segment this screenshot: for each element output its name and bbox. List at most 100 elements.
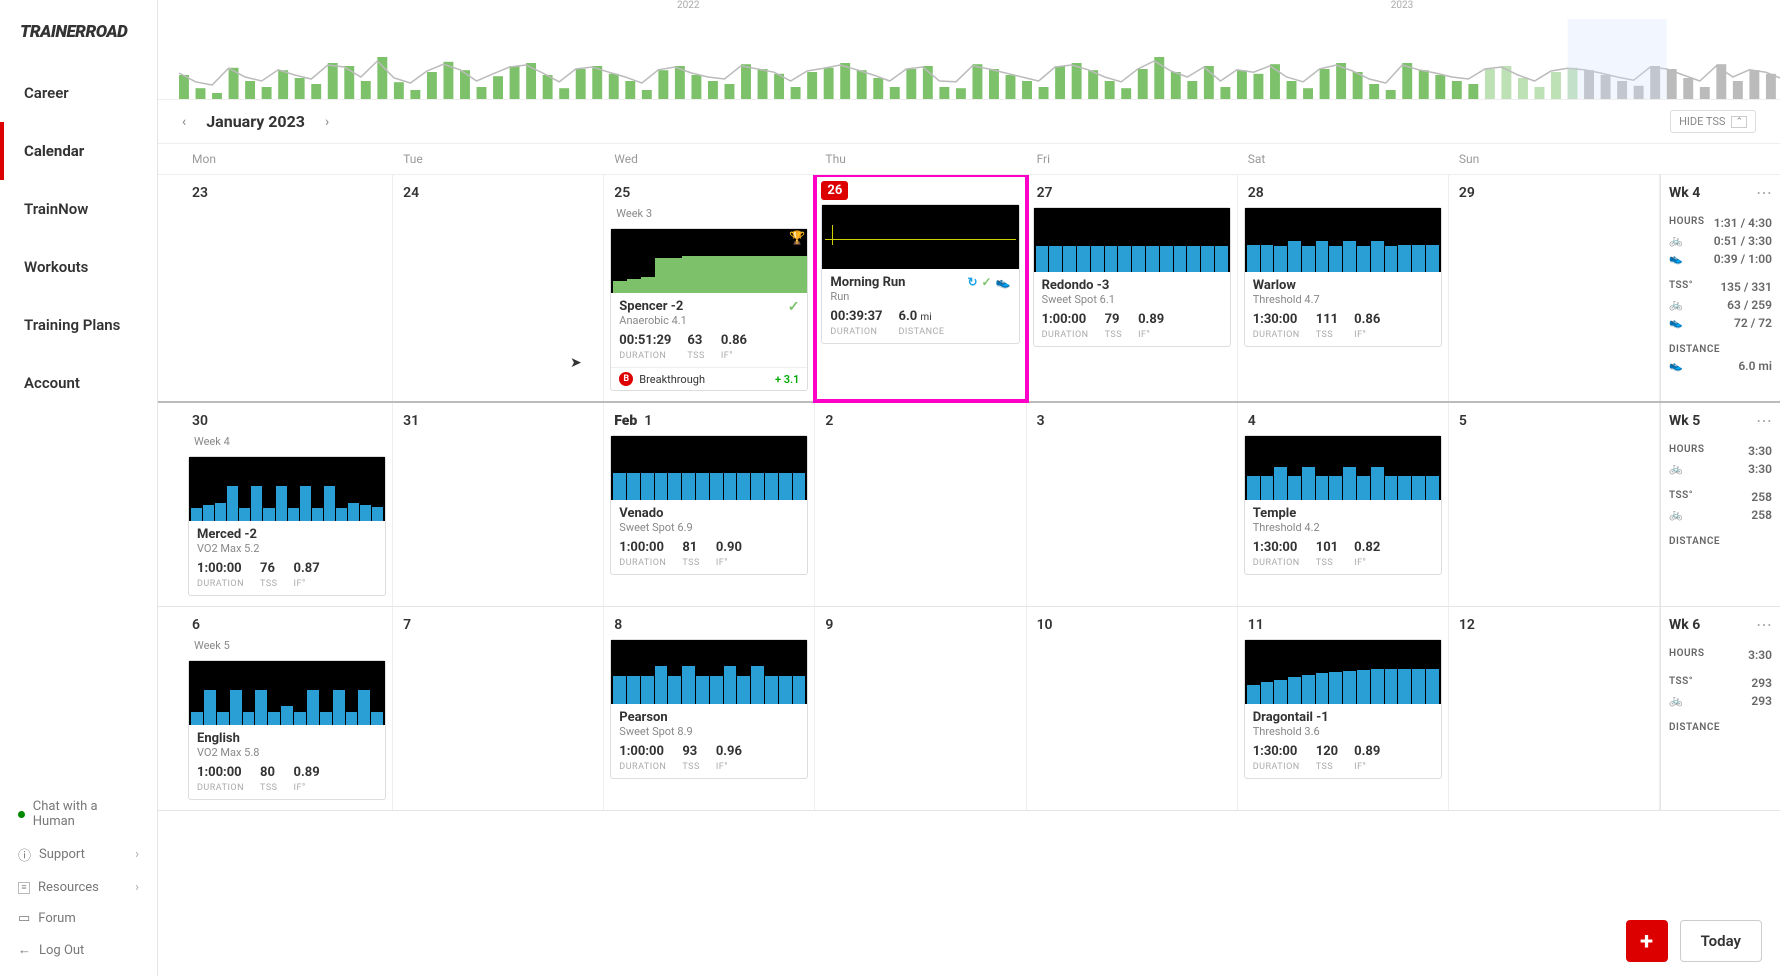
- year-label: 2023: [1391, 0, 1413, 11]
- workout-card[interactable]: Dragontail -1 Threshold 3.6 1:30:00DURAT…: [1244, 639, 1442, 779]
- logout-link[interactable]: ←Log Out: [0, 934, 157, 966]
- tss-bars-chart: [158, 19, 1780, 99]
- support-link[interactable]: ⓘSupport›: [0, 837, 157, 872]
- week-summary: Wk 4⋯ HOURS1:31 / 4:30🚲0:51 / 3:30👟0:39 …: [1660, 175, 1780, 401]
- workout-title: English: [197, 731, 377, 746]
- resources-link[interactable]: ≡Resources›: [0, 872, 157, 903]
- day-number: 5: [1455, 409, 1653, 431]
- day-number: 23: [188, 181, 386, 203]
- day-number: 8: [610, 613, 808, 635]
- today-button[interactable]: Today: [1680, 920, 1762, 962]
- breakthrough-icon: B: [619, 372, 633, 386]
- day-cell[interactable]: 5: [1449, 403, 1660, 606]
- day-number: 6: [188, 613, 386, 635]
- day-cell[interactable]: 30Week 4 Merced -2 VO2 Max 5.2 1:00:00DU…: [182, 403, 393, 606]
- chat-link[interactable]: Chat with a Human: [0, 791, 157, 837]
- workout-chart: [189, 661, 385, 725]
- day-cell[interactable]: 27 Redondo -3 Sweet Spot 6.1 1:00:00DURA…: [1027, 175, 1238, 401]
- day-cell[interactable]: 2: [815, 403, 1026, 606]
- day-cell[interactable]: 3: [1027, 403, 1238, 606]
- day-number: 11: [1244, 613, 1442, 635]
- day-cell[interactable]: 31: [393, 403, 604, 606]
- day-cell[interactable]: 6Week 5 English VO2 Max 5.8 1:00:00DURAT…: [182, 607, 393, 810]
- day-number: 7: [399, 613, 597, 635]
- day-header: Sun: [1449, 144, 1660, 174]
- sync-icon: ↻: [967, 275, 977, 289]
- workout-subtitle: VO2 Max 5.8: [197, 746, 377, 759]
- prev-month-button[interactable]: ‹: [182, 114, 186, 130]
- workout-chart: [611, 436, 807, 500]
- tss-overview-strip[interactable]: 2022 2023: [158, 0, 1780, 100]
- workout-title: Dragontail -1: [1253, 710, 1433, 725]
- workout-card[interactable]: Pearson Sweet Spot 8.9 1:00:00DURATION 9…: [610, 639, 808, 779]
- workout-subtitle: Threshold 4.7: [1253, 293, 1433, 306]
- workout-title: Spencer -2✓: [619, 299, 799, 314]
- workout-subtitle: Sweet Spot 6.9: [619, 521, 799, 534]
- workout-card[interactable]: Temple Threshold 4.2 1:30:00DURATION 101…: [1244, 435, 1442, 575]
- logo: TRAINERROAD: [0, 0, 157, 64]
- plan-week-label: Week 3: [610, 203, 808, 224]
- year-label: 2022: [677, 0, 699, 11]
- workout-card[interactable]: Venado Sweet Spot 6.9 1:00:00DURATION 81…: [610, 435, 808, 575]
- workout-title: Venado: [619, 506, 799, 521]
- nav-account[interactable]: Account: [0, 354, 157, 412]
- week-label: Wk 5: [1669, 413, 1700, 429]
- workout-card[interactable]: 🏆 Spencer -2✓ Anaerobic 4.1 00:51:29DURA…: [610, 228, 808, 391]
- workout-card[interactable]: Redondo -3 Sweet Spot 6.1 1:00:00DURATIO…: [1033, 207, 1231, 347]
- nav-workouts[interactable]: Workouts: [0, 238, 157, 296]
- add-button[interactable]: +: [1626, 920, 1668, 962]
- day-number: 27: [1033, 181, 1231, 203]
- day-cell[interactable]: Feb 1 Venado Sweet Spot 6.9 1:00:00DURAT…: [604, 403, 815, 606]
- workout-chart: [1245, 208, 1441, 272]
- day-cell[interactable]: 10: [1027, 607, 1238, 810]
- day-cell[interactable]: 25Week 3 🏆 Spencer -2✓ Anaerobic 4.1 00:…: [604, 175, 815, 401]
- workout-subtitle: Sweet Spot 8.9: [619, 725, 799, 738]
- day-cell[interactable]: 28 Warlow Threshold 4.7 1:30:00DURATION …: [1238, 175, 1449, 401]
- week-menu-button[interactable]: ⋯: [1756, 615, 1772, 634]
- day-cell[interactable]: 24: [393, 175, 604, 401]
- week-summary: Wk 6⋯ HOURS3:30TSS°293🚲293DISTANCE: [1660, 607, 1780, 810]
- workout-subtitle: Anaerobic 4.1: [619, 314, 799, 327]
- day-cell[interactable]: 26 Morning Run↻✓👟 Run 00:39:37DURATION 6…: [815, 175, 1026, 401]
- workout-subtitle: Run: [830, 290, 1010, 303]
- week-menu-button[interactable]: ⋯: [1756, 411, 1772, 430]
- sidebar: TRAINERROAD CareerCalendarTrainNowWorkou…: [0, 0, 158, 976]
- day-cell[interactable]: 11 Dragontail -1 Threshold 3.6 1:30:00DU…: [1238, 607, 1449, 810]
- workout-card[interactable]: Morning Run↻✓👟 Run 00:39:37DURATION 6.0 …: [821, 204, 1019, 344]
- list-icon: ≡: [18, 882, 30, 894]
- day-cell[interactable]: 8 Pearson Sweet Spot 8.9 1:00:00DURATION…: [604, 607, 815, 810]
- day-cell[interactable]: 29: [1449, 175, 1660, 401]
- workout-card[interactable]: English VO2 Max 5.8 1:00:00DURATION 80TS…: [188, 660, 386, 800]
- workout-chart: [611, 640, 807, 704]
- online-dot: [18, 811, 25, 818]
- forum-link[interactable]: ▭Forum: [0, 903, 157, 934]
- nav-trainnow[interactable]: TrainNow: [0, 180, 157, 238]
- week-label: Wk 4: [1669, 185, 1700, 201]
- day-cell[interactable]: 7: [393, 607, 604, 810]
- nav-career[interactable]: Career: [0, 64, 157, 122]
- day-header: Sat: [1238, 144, 1449, 174]
- nav-training-plans[interactable]: Training Plans: [0, 296, 157, 354]
- chat-icon: ▭: [18, 911, 30, 926]
- workout-title: Redondo -3: [1042, 278, 1222, 293]
- day-cell[interactable]: 4 Temple Threshold 4.2 1:30:00DURATION 1…: [1238, 403, 1449, 606]
- next-month-button[interactable]: ›: [325, 114, 329, 130]
- day-cell[interactable]: 9: [815, 607, 1026, 810]
- day-cell[interactable]: 23: [182, 175, 393, 401]
- day-header: Thu: [815, 144, 1026, 174]
- workout-subtitle: Sweet Spot 6.1: [1042, 293, 1222, 306]
- day-header: Tue: [393, 144, 604, 174]
- workout-card[interactable]: Merced -2 VO2 Max 5.2 1:00:00DURATION 76…: [188, 456, 386, 596]
- day-number: 12: [1455, 613, 1653, 635]
- workout-card[interactable]: Warlow Threshold 4.7 1:30:00DURATION 111…: [1244, 207, 1442, 347]
- plan-week-label: Week 4: [188, 431, 386, 452]
- nav-calendar[interactable]: Calendar: [0, 122, 157, 180]
- check-icon: ✓: [788, 299, 800, 315]
- workout-title: Morning Run↻✓👟: [830, 275, 1010, 290]
- week-row: 23 2425Week 3 🏆 Spencer -2✓ Anaerobic 4.1…: [158, 175, 1780, 403]
- workout-chart: 🏆: [611, 229, 807, 293]
- day-number: 9: [821, 613, 1019, 635]
- day-cell[interactable]: 12: [1449, 607, 1660, 810]
- hide-tss-button[interactable]: HIDE TSS⌃: [1670, 110, 1756, 133]
- week-menu-button[interactable]: ⋯: [1756, 183, 1772, 202]
